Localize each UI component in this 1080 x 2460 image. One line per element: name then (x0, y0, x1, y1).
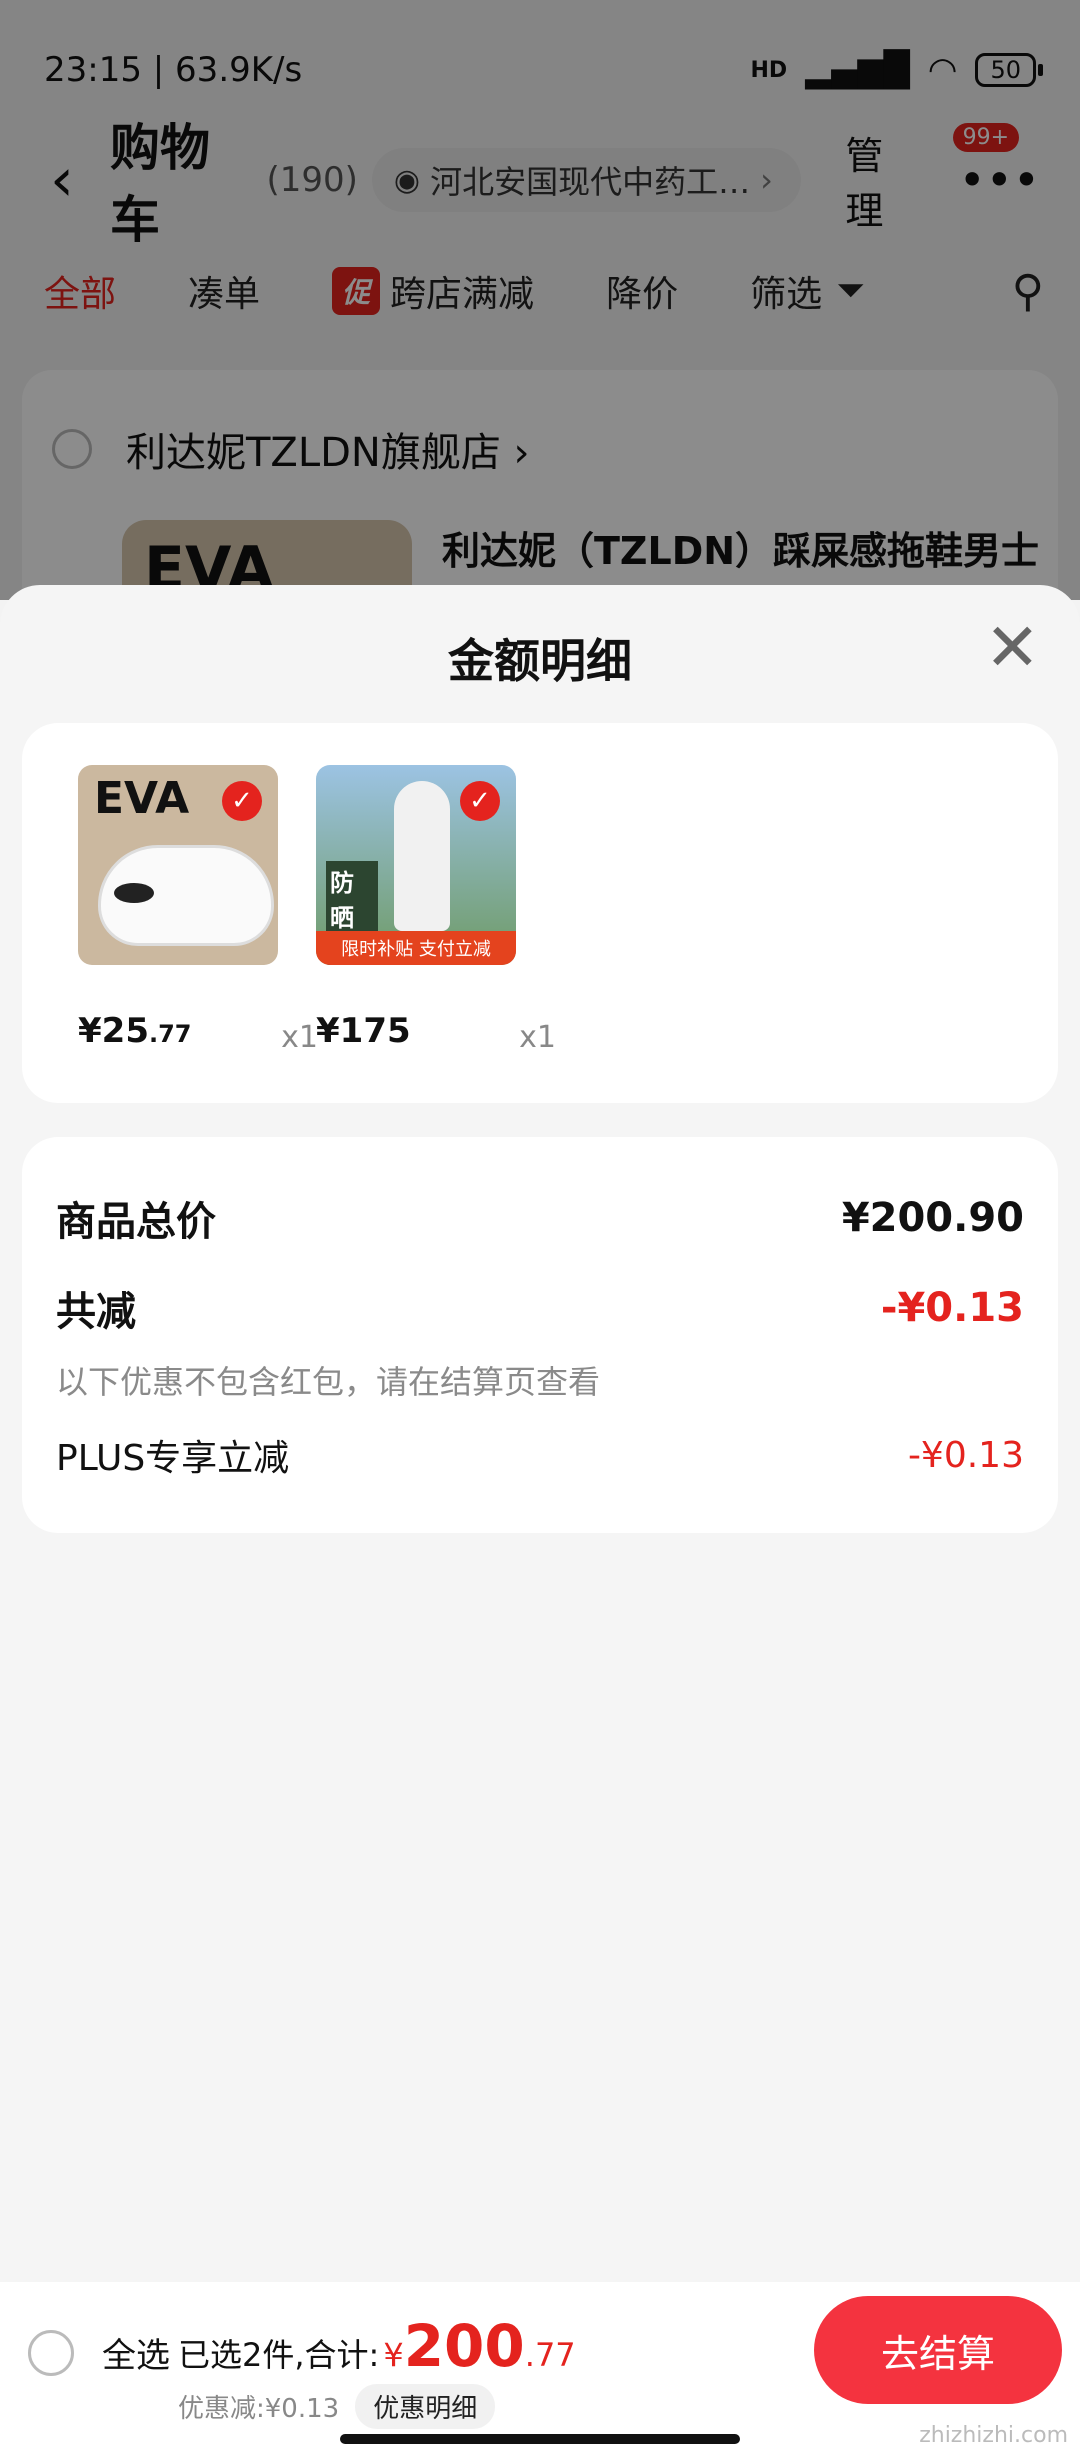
check-icon: ✓ (460, 781, 500, 821)
amount-detail-sheet: 金额明细 ✕ EVA ✓ ¥25.77 x1 防晒至腿 限时补贴 支付立减 ✓ (0, 585, 1080, 2460)
plus-discount-label: PLUS专享立减 (56, 1438, 290, 1479)
checkout-bar: 全选 已选2件,合计: ¥ 200 .77 优惠减:¥0.13 优惠明细 去结算… (0, 2282, 1080, 2460)
discount-detail-button[interactable]: 优惠明细 (355, 2384, 496, 2429)
check-icon: ✓ (222, 781, 262, 821)
select-all[interactable]: 全选 (28, 2328, 170, 2377)
selected-items-card: EVA ✓ ¥25.77 x1 防晒至腿 限时补贴 支付立减 ✓ ¥175 x1 (22, 723, 1058, 1103)
total-amount: 200 (403, 2312, 525, 2380)
item-image-sun-jacket: 防晒至腿 限时补贴 支付立减 ✓ (316, 765, 516, 965)
selected-item[interactable]: EVA ✓ ¥25.77 x1 (78, 765, 318, 1055)
item-image-slippers: EVA ✓ (78, 765, 278, 965)
total-price-value: ¥200.90 (841, 1195, 1024, 1241)
sheet-title: 金额明细 (448, 634, 632, 688)
close-icon[interactable]: ✕ (985, 615, 1040, 681)
cart-total: 已选2件,合计: ¥ 200 .77 (178, 2312, 576, 2380)
discount-label: 共减 (56, 1289, 136, 1335)
item-quantity: x1 (519, 1020, 556, 1055)
discount-value: -¥0.13 (880, 1285, 1024, 1331)
checkout-button[interactable]: 去结算 (814, 2296, 1062, 2404)
item-price: ¥25.77 x1 (78, 1011, 318, 1055)
select-all-label: 全选 (102, 2336, 170, 2376)
select-all-radio[interactable] (28, 2329, 74, 2376)
discount-summary: 优惠减:¥0.13 优惠明细 (178, 2384, 496, 2429)
item-price: ¥175 x1 (316, 1011, 556, 1055)
modal-overlay[interactable] (0, 0, 1080, 600)
selected-count-text: 已选2件,合计: (178, 2336, 380, 2374)
selected-item[interactable]: 防晒至腿 限时补贴 支付立减 ✓ ¥175 x1 (316, 765, 556, 1055)
home-indicator (340, 2434, 740, 2444)
discount-note: 以下优惠不包含红包，请在结算页查看 (56, 1363, 601, 1401)
item-quantity: x1 (281, 1020, 318, 1055)
plus-discount-value: -¥0.13 (907, 1434, 1024, 1476)
price-summary-card: 商品总价 ¥200.90 共减 -¥0.13 以下优惠不包含红包，请在结算页查看… (22, 1137, 1058, 1533)
watermark: zhizhizhi.com (919, 2423, 1068, 2448)
total-price-label: 商品总价 (56, 1199, 216, 1245)
